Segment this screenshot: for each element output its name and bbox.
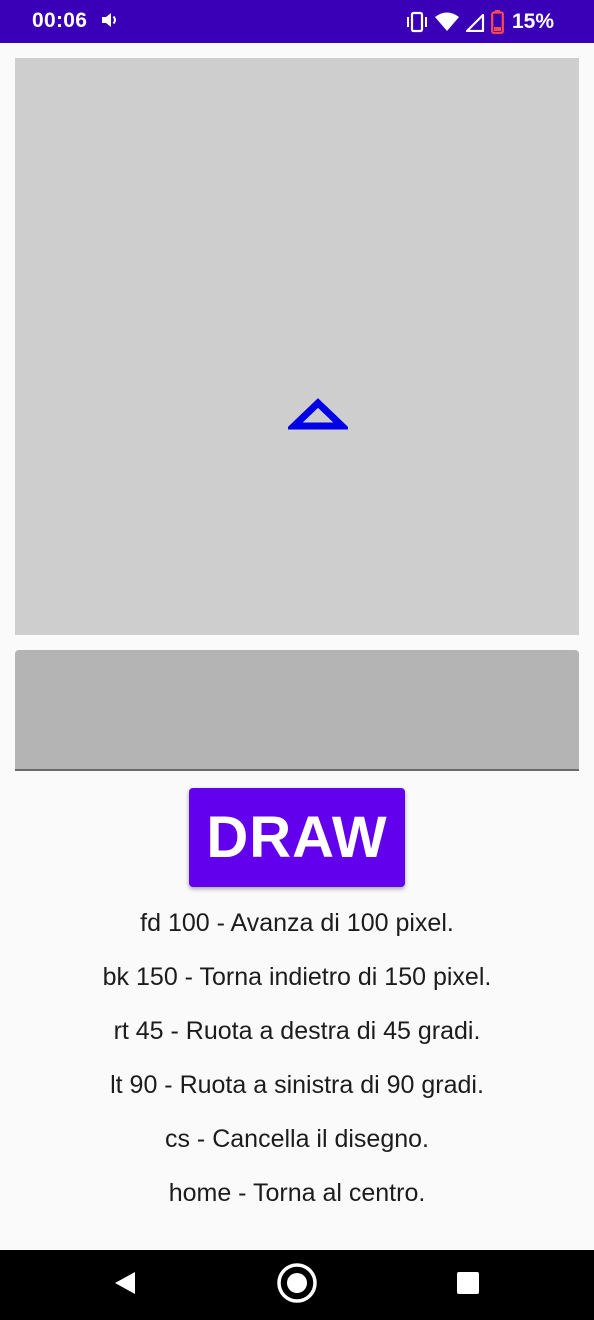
help-item-home: home - Torna al centro. — [168, 1179, 426, 1207]
status-bar: 00:06 15% — [0, 0, 594, 43]
battery-low-icon — [491, 10, 504, 34]
command-help-list: fd 100 - Avanza di 100 pixel. bk 150 - T… — [0, 896, 594, 1220]
command-input[interactable] — [15, 650, 579, 771]
help-item-lt: lt 90 - Ruota a sinistra di 90 gradi. — [110, 1071, 484, 1099]
turtle-arrow-icon — [285, 398, 351, 435]
help-item-fd: fd 100 - Avanza di 100 pixel. — [140, 909, 454, 937]
back-button[interactable] — [85, 1250, 165, 1320]
signal-icon — [465, 12, 485, 32]
home-button[interactable] — [257, 1250, 337, 1320]
back-icon — [113, 1270, 137, 1301]
home-icon — [276, 1262, 318, 1309]
drawing-canvas[interactable] — [15, 58, 579, 635]
recents-button[interactable] — [428, 1250, 508, 1320]
battery-percent: 15% — [511, 10, 554, 33]
navigation-bar — [0, 1250, 594, 1320]
status-time: 00:06 — [32, 9, 88, 32]
wifi-icon — [434, 12, 459, 32]
help-item-rt: rt 45 - Ruota a destra di 45 gradi. — [113, 1017, 481, 1045]
status-icons: 15% — [405, 8, 554, 36]
volume-icon — [100, 10, 120, 35]
recents-icon — [456, 1271, 480, 1300]
draw-button[interactable]: DRAW — [189, 788, 405, 887]
vibrate-icon — [405, 11, 429, 33]
help-item-bk: bk 150 - Torna indietro di 150 pixel. — [102, 963, 492, 991]
help-item-cs: cs - Cancella il disegno. — [164, 1125, 429, 1153]
